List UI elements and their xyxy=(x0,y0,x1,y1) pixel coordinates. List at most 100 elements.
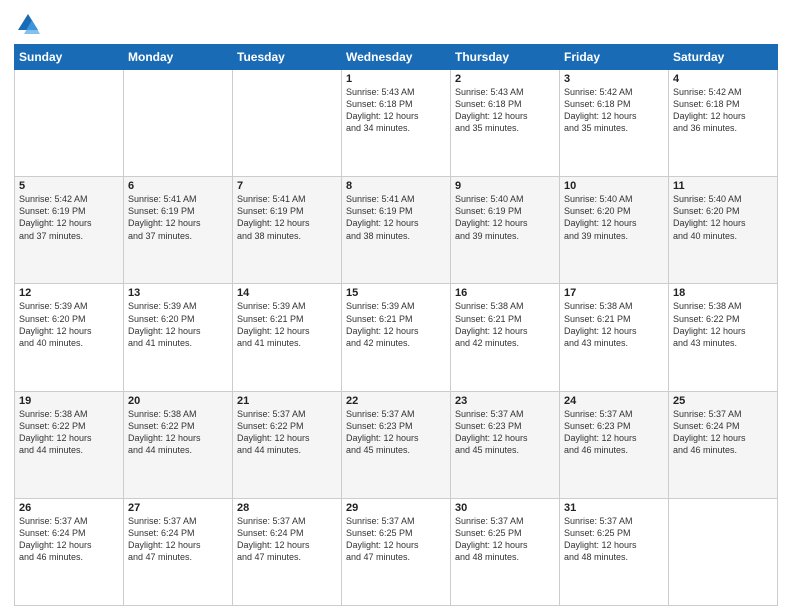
day-info: Sunrise: 5:37 AM Sunset: 6:23 PM Dayligh… xyxy=(564,408,664,457)
day-number: 27 xyxy=(128,502,228,514)
day-cell-11: 11Sunrise: 5:40 AM Sunset: 6:20 PM Dayli… xyxy=(669,177,778,284)
calendar-table: SundayMondayTuesdayWednesdayThursdayFrid… xyxy=(14,44,778,606)
empty-cell xyxy=(15,70,124,177)
empty-cell xyxy=(124,70,233,177)
day-cell-16: 16Sunrise: 5:38 AM Sunset: 6:21 PM Dayli… xyxy=(451,284,560,391)
week-row-5: 26Sunrise: 5:37 AM Sunset: 6:24 PM Dayli… xyxy=(15,498,778,605)
day-info: Sunrise: 5:38 AM Sunset: 6:21 PM Dayligh… xyxy=(564,300,664,349)
day-cell-30: 30Sunrise: 5:37 AM Sunset: 6:25 PM Dayli… xyxy=(451,498,560,605)
day-number: 2 xyxy=(455,73,555,85)
day-info: Sunrise: 5:42 AM Sunset: 6:18 PM Dayligh… xyxy=(673,86,773,135)
day-number: 1 xyxy=(346,73,446,85)
day-info: Sunrise: 5:40 AM Sunset: 6:19 PM Dayligh… xyxy=(455,193,555,242)
day-cell-19: 19Sunrise: 5:38 AM Sunset: 6:22 PM Dayli… xyxy=(15,391,124,498)
day-number: 15 xyxy=(346,287,446,299)
day-number: 8 xyxy=(346,180,446,192)
day-number: 21 xyxy=(237,395,337,407)
header-row: SundayMondayTuesdayWednesdayThursdayFrid… xyxy=(15,45,778,70)
day-cell-4: 4Sunrise: 5:42 AM Sunset: 6:18 PM Daylig… xyxy=(669,70,778,177)
day-info: Sunrise: 5:37 AM Sunset: 6:25 PM Dayligh… xyxy=(346,515,446,564)
day-info: Sunrise: 5:38 AM Sunset: 6:21 PM Dayligh… xyxy=(455,300,555,349)
day-number: 23 xyxy=(455,395,555,407)
day-number: 7 xyxy=(237,180,337,192)
day-cell-7: 7Sunrise: 5:41 AM Sunset: 6:19 PM Daylig… xyxy=(233,177,342,284)
day-cell-15: 15Sunrise: 5:39 AM Sunset: 6:21 PM Dayli… xyxy=(342,284,451,391)
day-info: Sunrise: 5:42 AM Sunset: 6:18 PM Dayligh… xyxy=(564,86,664,135)
day-number: 17 xyxy=(564,287,664,299)
day-cell-25: 25Sunrise: 5:37 AM Sunset: 6:24 PM Dayli… xyxy=(669,391,778,498)
day-cell-23: 23Sunrise: 5:37 AM Sunset: 6:23 PM Dayli… xyxy=(451,391,560,498)
day-info: Sunrise: 5:37 AM Sunset: 6:24 PM Dayligh… xyxy=(19,515,119,564)
day-info: Sunrise: 5:41 AM Sunset: 6:19 PM Dayligh… xyxy=(346,193,446,242)
day-cell-22: 22Sunrise: 5:37 AM Sunset: 6:23 PM Dayli… xyxy=(342,391,451,498)
week-row-1: 1 Sunrise: 5:43 AM Sunset: 6:18 PM Daylig… xyxy=(15,70,778,177)
day-info: Sunrise: 5:43 AM Sunset: 6:18 PM Dayligh… xyxy=(455,86,555,135)
day-number: 6 xyxy=(128,180,228,192)
week-row-3: 12Sunrise: 5:39 AM Sunset: 6:20 PM Dayli… xyxy=(15,284,778,391)
day-info: Sunrise: 5:40 AM Sunset: 6:20 PM Dayligh… xyxy=(673,193,773,242)
day-cell-1: 1Sunrise: 5:43 AM Sunset: 6:18 PM Daylig… xyxy=(342,70,451,177)
day-info: Sunrise: 5:39 AM Sunset: 6:20 PM Dayligh… xyxy=(19,300,119,349)
day-number: 26 xyxy=(19,502,119,514)
day-info: Sunrise: 5:42 AM Sunset: 6:19 PM Dayligh… xyxy=(19,193,119,242)
day-number: 16 xyxy=(455,287,555,299)
day-info: Sunrise: 5:37 AM Sunset: 6:22 PM Dayligh… xyxy=(237,408,337,457)
logo-icon xyxy=(14,10,42,38)
day-number: 3 xyxy=(564,73,664,85)
day-number: 5 xyxy=(19,180,119,192)
col-header-friday: Friday xyxy=(560,45,669,70)
day-number: 24 xyxy=(564,395,664,407)
logo xyxy=(14,10,46,38)
empty-cell xyxy=(233,70,342,177)
day-cell-20: 20Sunrise: 5:38 AM Sunset: 6:22 PM Dayli… xyxy=(124,391,233,498)
col-header-tuesday: Tuesday xyxy=(233,45,342,70)
day-number: 13 xyxy=(128,287,228,299)
day-number: 4 xyxy=(673,73,773,85)
day-number: 31 xyxy=(564,502,664,514)
day-cell-18: 18Sunrise: 5:38 AM Sunset: 6:22 PM Dayli… xyxy=(669,284,778,391)
day-number: 22 xyxy=(346,395,446,407)
day-cell-17: 17Sunrise: 5:38 AM Sunset: 6:21 PM Dayli… xyxy=(560,284,669,391)
day-info: Sunrise: 5:39 AM Sunset: 6:21 PM Dayligh… xyxy=(237,300,337,349)
week-row-4: 19 Sunrise: 5:38 AM Sunset: 6:22 PM Dayli… xyxy=(15,391,778,498)
day-cell-28: 28Sunrise: 5:37 AM Sunset: 6:24 PM Dayli… xyxy=(233,498,342,605)
col-header-thursday: Thursday xyxy=(451,45,560,70)
day-cell-5: 5Sunrise: 5:42 AM Sunset: 6:19 PM Daylig… xyxy=(15,177,124,284)
col-header-saturday: Saturday xyxy=(669,45,778,70)
page: SundayMondayTuesdayWednesdayThursdayFrid… xyxy=(0,0,792,612)
header xyxy=(14,10,778,38)
day-cell-10: 10Sunrise: 5:40 AM Sunset: 6:20 PM Dayli… xyxy=(560,177,669,284)
day-number: 30 xyxy=(455,502,555,514)
day-info: Sunrise: 5:38 AM Sunset: 6:22 PM Dayligh… xyxy=(128,408,228,457)
col-header-wednesday: Wednesday xyxy=(342,45,451,70)
day-number: 19 xyxy=(19,395,119,407)
day-info: Sunrise: 5:37 AM Sunset: 6:24 PM Dayligh… xyxy=(128,515,228,564)
day-number: 11 xyxy=(673,180,773,192)
day-cell-27: 27Sunrise: 5:37 AM Sunset: 6:24 PM Dayli… xyxy=(124,498,233,605)
day-number: 9 xyxy=(455,180,555,192)
col-header-monday: Monday xyxy=(124,45,233,70)
day-info: Sunrise: 5:37 AM Sunset: 6:24 PM Dayligh… xyxy=(237,515,337,564)
day-cell-9: 9Sunrise: 5:40 AM Sunset: 6:19 PM Daylig… xyxy=(451,177,560,284)
day-number: 14 xyxy=(237,287,337,299)
day-cell-12: 12Sunrise: 5:39 AM Sunset: 6:20 PM Dayli… xyxy=(15,284,124,391)
day-info: Sunrise: 5:37 AM Sunset: 6:25 PM Dayligh… xyxy=(455,515,555,564)
day-cell-31: 31Sunrise: 5:37 AM Sunset: 6:25 PM Dayli… xyxy=(560,498,669,605)
day-cell-24: 24Sunrise: 5:37 AM Sunset: 6:23 PM Dayli… xyxy=(560,391,669,498)
empty-cell xyxy=(669,498,778,605)
day-info: Sunrise: 5:39 AM Sunset: 6:20 PM Dayligh… xyxy=(128,300,228,349)
day-cell-29: 29Sunrise: 5:37 AM Sunset: 6:25 PM Dayli… xyxy=(342,498,451,605)
col-header-sunday: Sunday xyxy=(15,45,124,70)
day-cell-14: 14Sunrise: 5:39 AM Sunset: 6:21 PM Dayli… xyxy=(233,284,342,391)
day-cell-26: 26Sunrise: 5:37 AM Sunset: 6:24 PM Dayli… xyxy=(15,498,124,605)
day-number: 10 xyxy=(564,180,664,192)
day-info: Sunrise: 5:40 AM Sunset: 6:20 PM Dayligh… xyxy=(564,193,664,242)
day-number: 18 xyxy=(673,287,773,299)
day-number: 29 xyxy=(346,502,446,514)
day-cell-8: 8Sunrise: 5:41 AM Sunset: 6:19 PM Daylig… xyxy=(342,177,451,284)
day-info: Sunrise: 5:38 AM Sunset: 6:22 PM Dayligh… xyxy=(673,300,773,349)
day-info: Sunrise: 5:41 AM Sunset: 6:19 PM Dayligh… xyxy=(237,193,337,242)
day-cell-6: 6Sunrise: 5:41 AM Sunset: 6:19 PM Daylig… xyxy=(124,177,233,284)
day-cell-2: 2Sunrise: 5:43 AM Sunset: 6:18 PM Daylig… xyxy=(451,70,560,177)
week-row-2: 5Sunrise: 5:42 AM Sunset: 6:19 PM Daylig… xyxy=(15,177,778,284)
